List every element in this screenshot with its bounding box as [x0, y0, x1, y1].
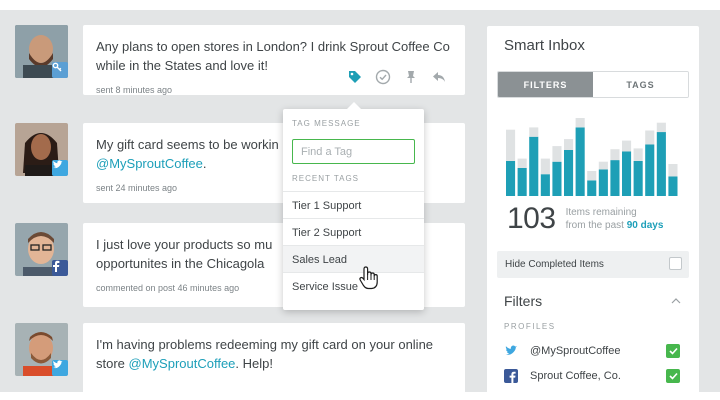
count-number: 103 — [507, 202, 556, 235]
chart-bar-remaining — [610, 160, 620, 196]
message-text-suffix: . — [202, 156, 207, 171]
message-text: I'm having problems redeeming my gift ca… — [96, 335, 451, 373]
count-desc-line1: Items remaining — [565, 207, 637, 218]
tab-filters[interactable]: FILTERS — [498, 72, 593, 97]
chart-bar-remaining — [529, 136, 539, 196]
chart-bar-remaining — [633, 160, 643, 196]
chart-bar-remaining — [622, 151, 632, 196]
days-link[interactable]: 90 days — [627, 220, 664, 231]
hide-completed-label: Hide Completed Items — [505, 259, 604, 270]
chart-bar-completed — [668, 164, 678, 177]
hand-cursor-icon — [359, 266, 378, 290]
facebook-icon — [504, 369, 518, 383]
tag-option[interactable]: Tier 1 Support — [283, 191, 424, 218]
pin-icon[interactable] — [403, 69, 419, 85]
message-text-line2: opportunites in the Chicagola — [96, 256, 265, 271]
twitter-icon — [52, 160, 68, 176]
count-desc-line2: from the past — [565, 220, 624, 231]
message-text-end: . Help! — [235, 356, 273, 371]
chart-bar-remaining — [517, 167, 527, 196]
chart-bar-remaining — [645, 144, 655, 196]
chart-bar-remaining — [575, 127, 585, 196]
message-card[interactable]: Any plans to open stores in London? I dr… — [83, 25, 465, 95]
chart-bar-completed — [529, 127, 539, 137]
tag-option[interactable]: Service Issue — [283, 272, 424, 299]
chart-bar-remaining — [587, 180, 597, 196]
facebook-icon — [52, 260, 68, 276]
chart-bar-remaining — [506, 160, 516, 196]
tab-tags[interactable]: TAGS — [593, 72, 688, 97]
message-text-start: My gift card seems to be workin — [96, 137, 279, 152]
remaining-count: 103 Items remaining from the past 90 day… — [507, 202, 663, 236]
profile-name: @MySproutCoffee — [530, 345, 621, 357]
recent-tags-label: RECENT TAGS — [292, 174, 360, 183]
chart-bar-remaining — [564, 150, 574, 196]
tag-icon[interactable] — [347, 69, 363, 85]
chart-bar-completed — [587, 171, 597, 181]
key-icon — [52, 62, 68, 78]
profile-row-twitter[interactable]: @MySproutCoffee — [504, 343, 686, 359]
tag-message-popover: TAG MESSAGE Find a Tag RECENT TAGS Tier … — [283, 102, 424, 310]
chart-bar-remaining — [540, 174, 550, 196]
complete-icon[interactable] — [375, 69, 391, 85]
filters-title: Filters — [504, 293, 543, 309]
chart-bar-completed — [633, 148, 643, 161]
avatar[interactable] — [15, 223, 68, 276]
message-text-line1: I just love your products so mu — [96, 237, 273, 252]
avatar[interactable] — [15, 25, 68, 78]
twitter-icon — [505, 345, 517, 355]
mention-link[interactable]: @MySproutCoffee — [96, 156, 203, 171]
message-timestamp: sent 8 minutes ago — [96, 85, 173, 95]
chart-bar-completed — [610, 149, 620, 161]
tag-option-hovered[interactable]: Sales Lead — [283, 245, 424, 272]
chart-bar-completed — [506, 129, 516, 161]
chart-bar-remaining — [552, 161, 562, 196]
profiles-label: PROFILES — [504, 322, 556, 331]
reply-icon[interactable] — [431, 69, 447, 85]
tag-option[interactable]: Tier 2 Support — [283, 218, 424, 245]
chevron-up-icon[interactable] — [671, 298, 681, 304]
hide-completed-checkbox[interactable] — [669, 257, 682, 270]
activity-chart — [506, 118, 678, 196]
profile-row-facebook[interactable]: Sprout Coffee, Co. — [504, 368, 686, 384]
profile-checkbox[interactable] — [666, 344, 680, 358]
app-frame: Any plans to open stores in London? I dr… — [0, 10, 720, 392]
chart-bar-completed — [540, 158, 550, 175]
mention-link[interactable]: @MySproutCoffee — [129, 356, 236, 371]
chart-bar-completed — [622, 140, 632, 152]
chart-bar-completed — [552, 146, 562, 162]
panel-title: Smart Inbox — [504, 37, 585, 54]
profile-name: Sprout Coffee, Co. — [530, 370, 621, 382]
chart-bar-remaining — [598, 169, 608, 196]
hide-completed-row[interactable]: Hide Completed Items — [497, 251, 689, 278]
chart-bar-remaining — [668, 176, 678, 196]
chart-bar-completed — [575, 118, 585, 128]
smart-inbox-panel: Smart Inbox FILTERS TAGS 103 Items remai… — [487, 26, 699, 392]
chart-bar-completed — [564, 139, 574, 150]
profile-checkbox[interactable] — [666, 369, 680, 383]
filter-tag-toggle: FILTERS TAGS — [497, 71, 689, 98]
chart-bar-remaining — [656, 132, 666, 196]
chart-bar-completed — [645, 130, 655, 145]
find-tag-input[interactable]: Find a Tag — [292, 139, 415, 164]
avatar[interactable] — [15, 323, 68, 376]
chart-bar-completed — [598, 161, 608, 170]
chart-bar-completed — [656, 122, 666, 133]
message-card[interactable]: I'm having problems redeeming my gift ca… — [83, 323, 465, 392]
popover-title: TAG MESSAGE — [292, 119, 361, 128]
avatar[interactable] — [15, 123, 68, 176]
message-actions — [347, 69, 447, 85]
chart-bar-completed — [517, 158, 527, 168]
twitter-icon — [52, 360, 68, 376]
count-description: Items remaining from the past 90 days — [566, 206, 664, 232]
